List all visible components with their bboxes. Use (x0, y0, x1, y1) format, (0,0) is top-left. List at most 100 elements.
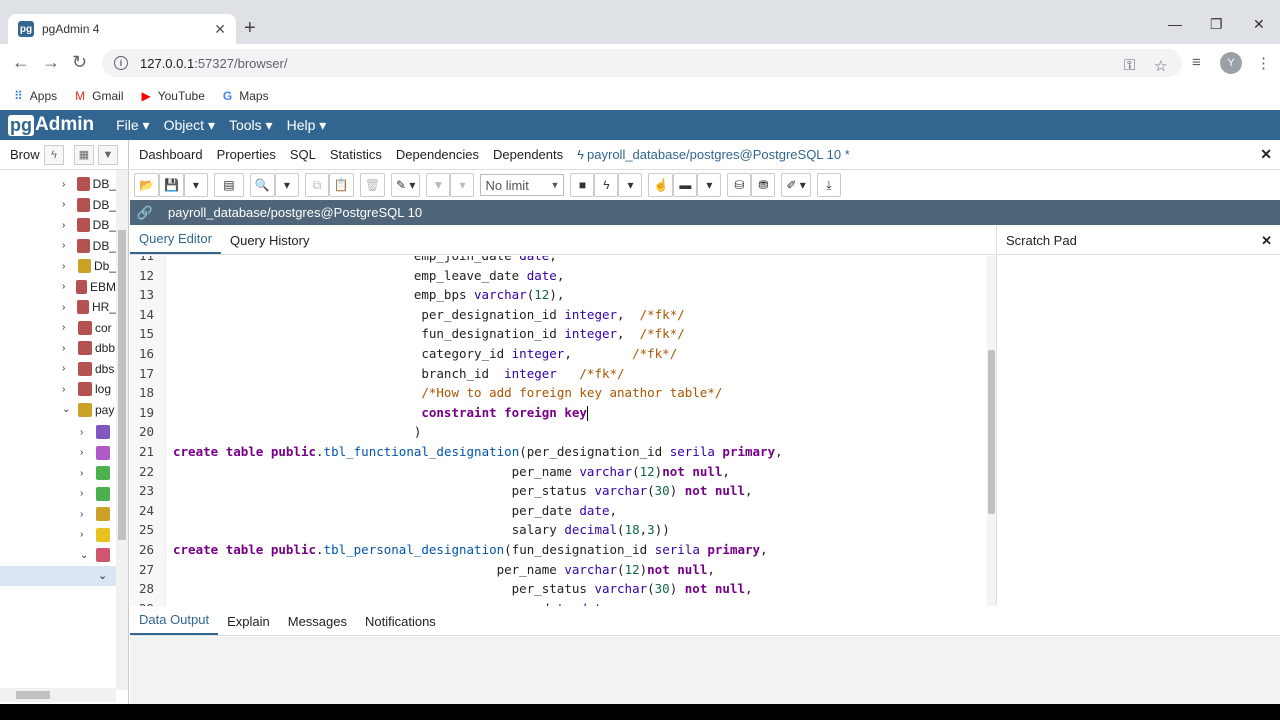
close-tab-icon[interactable]: ✕ (214, 21, 226, 38)
tree-child-item[interactable]: › (80, 443, 116, 463)
tab-query-tool[interactable]: ϟ payroll_database/postgres@PostgreSQL 10… (577, 147, 850, 162)
edit-grid-icon[interactable]: ▤ (213, 173, 244, 197)
tab-query-editor[interactable]: Query Editor (130, 231, 221, 254)
tree-child-item[interactable]: ⌄ (80, 545, 116, 565)
close-panel-icon[interactable]: ✕ (1260, 146, 1272, 163)
tree-scrollbar[interactable] (116, 170, 128, 690)
save-dropdown-icon[interactable]: ▾ (183, 173, 208, 197)
site-info-icon[interactable]: i (114, 56, 128, 70)
tree-hscrollbar[interactable] (0, 688, 116, 702)
avatar[interactable]: Y (1220, 52, 1242, 74)
filter-icon[interactable]: ▼ (98, 144, 118, 165)
code-line[interactable]: 20 ) (130, 422, 985, 442)
chevron-right-icon[interactable]: › (62, 281, 72, 292)
code-line[interactable]: 11 emp_join_date date, (130, 256, 985, 266)
bookmark-maps[interactable]: G Maps (223, 89, 269, 103)
code-line[interactable]: 15 fun_designation_id integer, /*fk*/ (130, 324, 985, 344)
chevron-right-icon[interactable]: › (62, 302, 73, 313)
chevron-right-icon[interactable]: › (62, 179, 73, 190)
chevron-down-icon[interactable]: ⌄ (62, 404, 74, 415)
tree-child-item[interactable]: › (80, 484, 116, 504)
chevron-right-icon[interactable]: › (80, 427, 92, 438)
clear-icon[interactable]: ✐ ▾ (781, 173, 811, 197)
tree-selected-item[interactable]: ⌄ (0, 565, 116, 586)
tree-item[interactable]: › DB_ (62, 174, 116, 194)
code-line[interactable]: 12 emp_leave_date date, (130, 266, 985, 286)
new-tab-icon[interactable]: + (244, 18, 256, 38)
code-line[interactable]: 21 create table public.tbl_functional_des… (130, 442, 985, 462)
tree-child-item[interactable]: › (80, 422, 116, 442)
code-line[interactable]: 19 constraint foreign key (130, 403, 985, 423)
restore-icon[interactable]: ❐ (1210, 16, 1223, 33)
code-line[interactable]: 25 salary decimal(18,3)) (130, 520, 985, 540)
tree-item[interactable]: › HR_ (62, 297, 116, 317)
code-line[interactable]: 27 per_name varchar(12)not null, (130, 560, 985, 580)
code-line[interactable]: 17 branch_id integer /*fk*/ (130, 364, 985, 384)
tab-statistics[interactable]: Statistics (330, 147, 382, 162)
editor-scrollbar[interactable] (987, 256, 996, 606)
tab-messages[interactable]: Messages (279, 614, 356, 635)
execute-dropdown-icon[interactable]: ▾ (618, 173, 643, 197)
rollback-icon[interactable]: ⛃ (751, 173, 776, 197)
execute-icon[interactable]: ϟ (594, 173, 619, 197)
code-line[interactable]: 14 per_designation_id integer, /*fk*/ (130, 305, 985, 325)
bookmark-gmail[interactable]: M Gmail (75, 89, 123, 103)
row-limit-select[interactable]: No limit ▼ (480, 174, 565, 196)
stop-icon[interactable]: ■ (570, 173, 595, 197)
close-scratch-pad-icon[interactable]: ✕ (1261, 233, 1272, 249)
sql-editor[interactable]: 11 emp_join_date date,12 emp_leave_date … (130, 256, 996, 606)
tab-dashboard[interactable]: Dashboard (139, 147, 203, 162)
forward-icon[interactable]: → (42, 53, 60, 71)
tab-dependents[interactable]: Dependents (493, 147, 563, 162)
key-icon[interactable]: ⚿ (1124, 57, 1135, 74)
tree-item[interactable]: › EBM (62, 277, 116, 297)
chevron-right-icon[interactable]: › (62, 220, 73, 231)
menu-file[interactable]: File ▾ (116, 117, 149, 134)
tree-item[interactable]: › DB_ (62, 215, 116, 235)
open-file-icon[interactable]: 📂 (134, 173, 159, 197)
filter-dropdown-icon[interactable]: ▾ (450, 173, 475, 197)
address-bar[interactable]: i 127.0.0.1:57327/browser/ ⚿ ☆ (102, 49, 1182, 77)
chevron-right-icon[interactable]: › (80, 509, 92, 520)
chevron-right-icon[interactable]: › (80, 488, 92, 499)
star-icon[interactable]: ☆ (1154, 57, 1167, 75)
window-close-icon[interactable]: ✕ (1253, 16, 1265, 33)
download-icon[interactable]: ⤓ (816, 173, 841, 197)
connection-label[interactable]: payroll_database/postgres@PostgreSQL 10 (168, 205, 422, 220)
find-icon[interactable]: 🔍 (249, 173, 275, 197)
bookmark-youtube[interactable]: ▶ YouTube (142, 89, 205, 103)
find-dropdown-icon[interactable]: ▾ (274, 173, 299, 197)
tab-notifications[interactable]: Notifications (356, 614, 445, 635)
tree-item[interactable]: ⌄ pay (62, 400, 116, 420)
code-line[interactable]: 26 create table public.tbl_personal_desig… (130, 540, 985, 560)
chevron-right-icon[interactable]: › (80, 447, 92, 458)
tree-item[interactable]: › dbs (62, 359, 116, 379)
browser-tab[interactable]: pg pgAdmin 4 ✕ (8, 14, 236, 44)
chevron-down-icon[interactable]: ⌄ (98, 569, 107, 582)
delete-icon[interactable]: 🗑 (359, 173, 386, 197)
chevron-right-icon[interactable]: › (62, 343, 74, 354)
menu-object[interactable]: Object ▾ (164, 117, 215, 134)
back-icon[interactable]: ← (12, 53, 30, 71)
chevron-right-icon[interactable]: › (62, 322, 74, 333)
tab-sql[interactable]: SQL (290, 147, 316, 162)
tree-item[interactable]: › DB_ (62, 195, 116, 215)
code-line[interactable]: 16 category_id integer, /*fk*/ (130, 344, 985, 364)
explain-icon[interactable]: ☝ (648, 173, 674, 197)
query-tool-icon[interactable]: ϟ (44, 144, 64, 165)
paste-icon[interactable]: 📋 (328, 173, 354, 197)
menu-help[interactable]: Help ▾ (287, 117, 327, 134)
scratch-pad-textarea[interactable] (996, 255, 1280, 605)
tree-child-item[interactable]: › (80, 463, 116, 483)
tab-dependencies[interactable]: Dependencies (396, 147, 479, 162)
connection-status-icon[interactable]: 🔗 (130, 205, 160, 221)
tree-item[interactable]: › DB_ (62, 236, 116, 256)
edit-icon[interactable]: ✎ ▾ (391, 173, 421, 197)
code-line[interactable]: 28 per_status varchar(30) not null, (130, 579, 985, 599)
chevron-right-icon[interactable]: › (62, 240, 73, 251)
bookmark-apps[interactable]: ⠿ Apps (14, 89, 57, 103)
chevron-right-icon[interactable]: › (62, 384, 74, 395)
tree-child-item[interactable]: › (80, 504, 116, 524)
reload-icon[interactable]: ↻ (72, 53, 87, 71)
tree-item[interactable]: › cor (62, 318, 116, 338)
